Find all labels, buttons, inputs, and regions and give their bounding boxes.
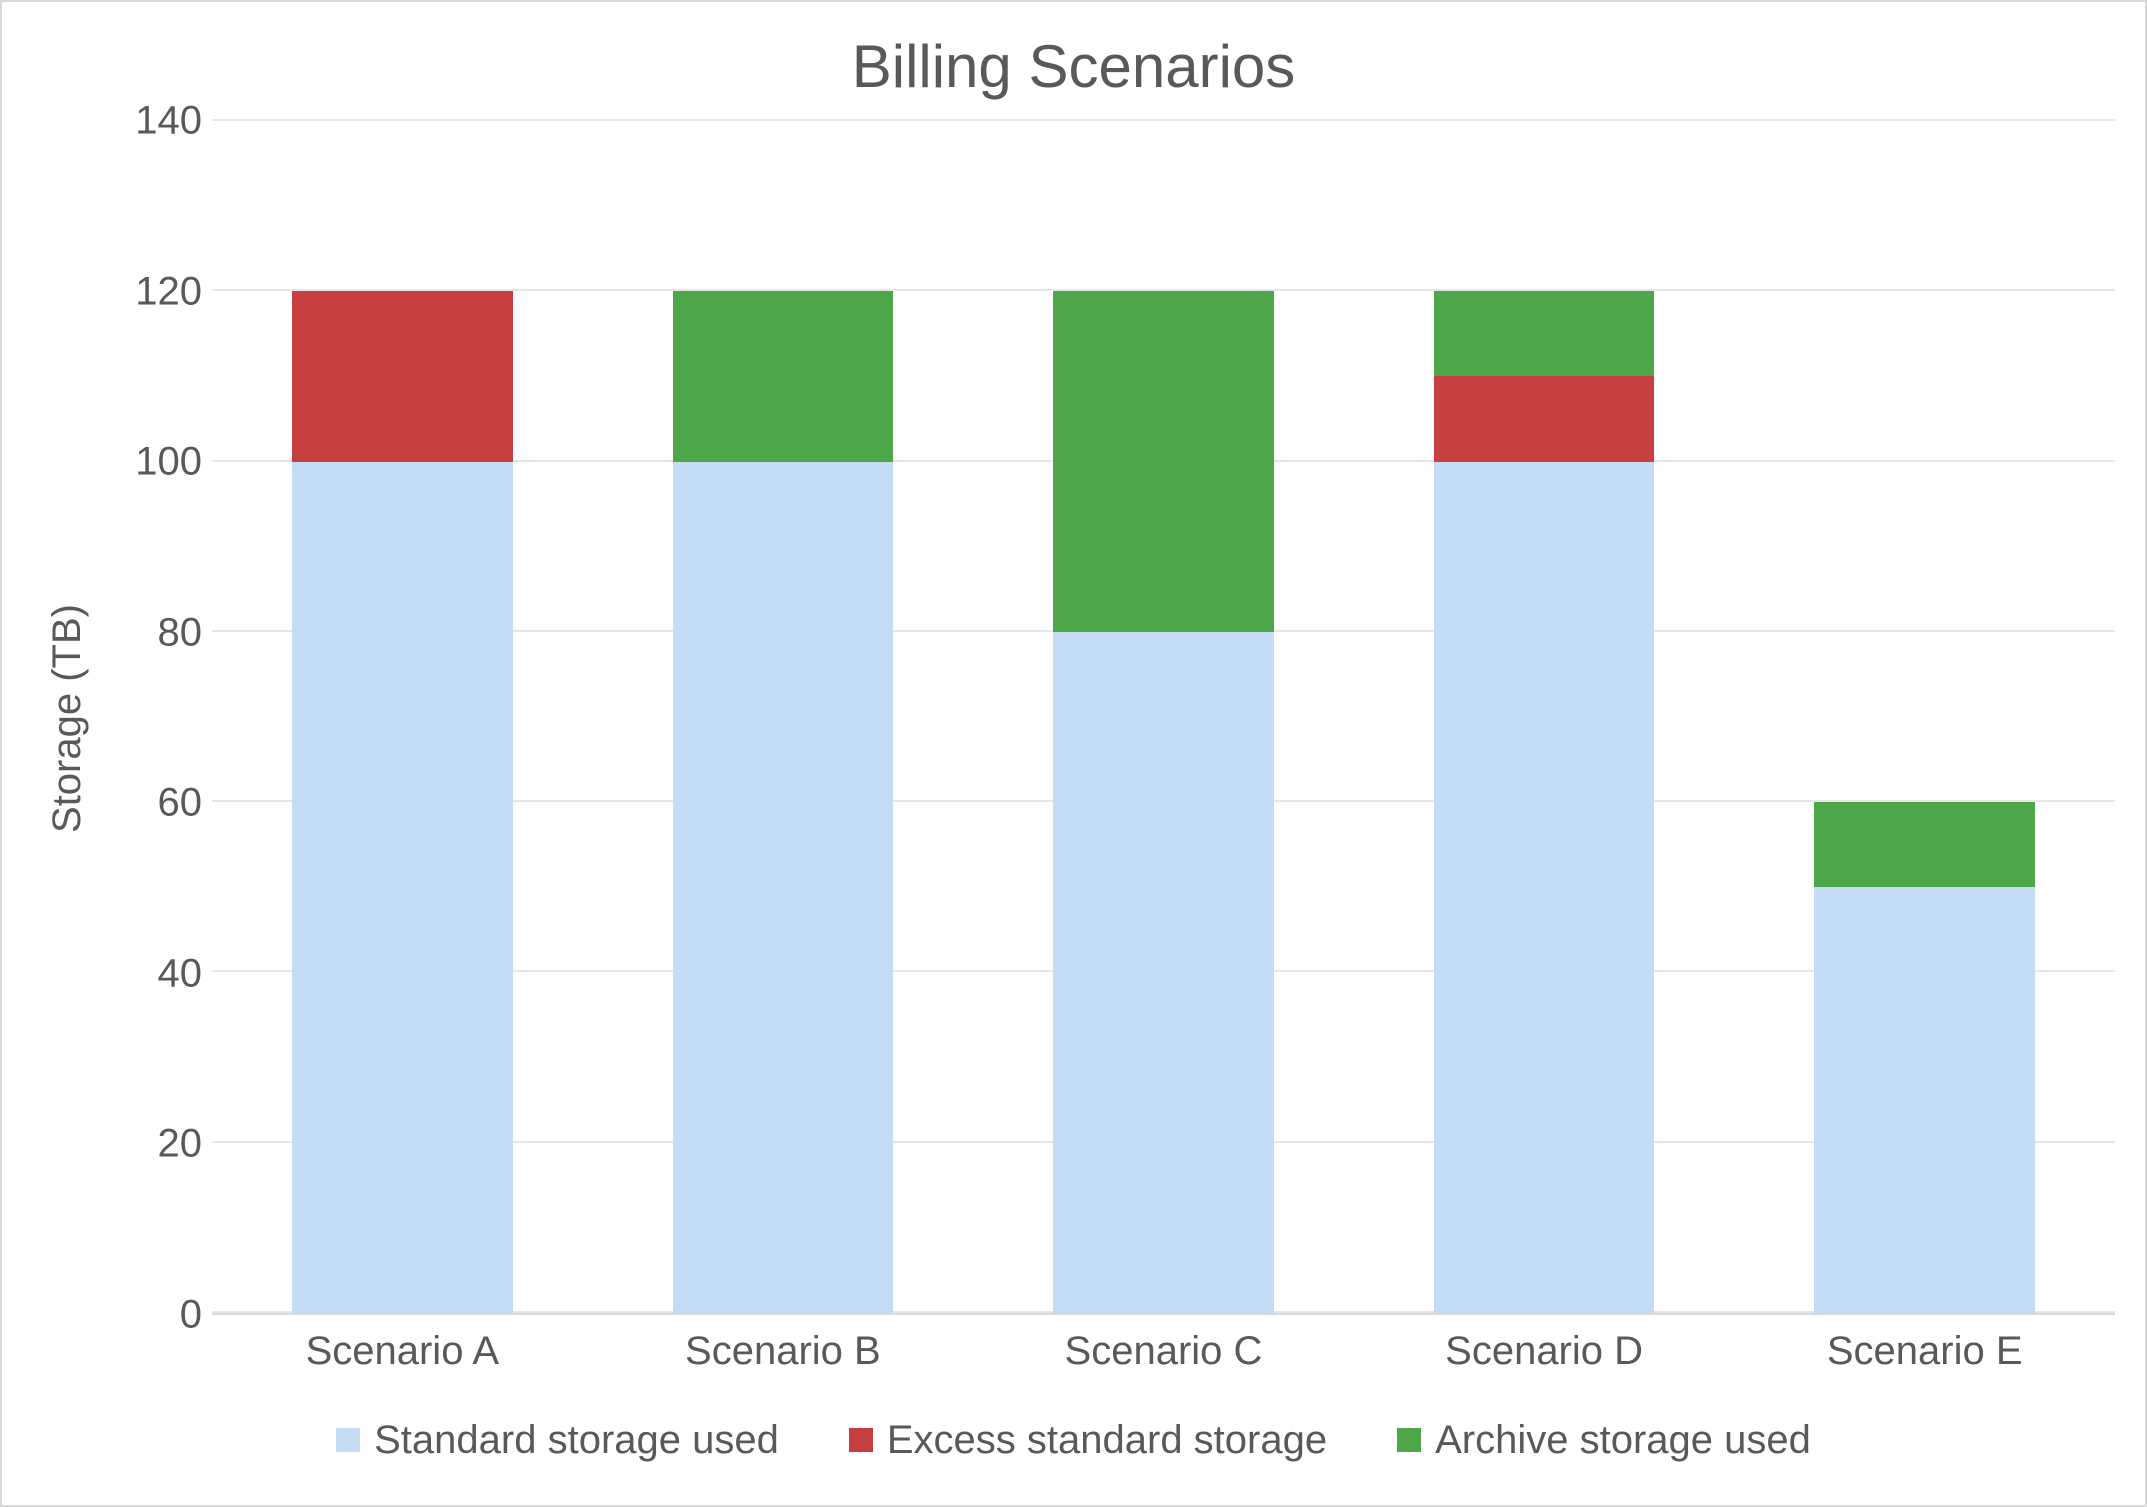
plot-area (212, 121, 2115, 1315)
x-tick-label: Scenario D (1354, 1315, 1735, 1395)
x-tick-label: Scenario C (973, 1315, 1354, 1395)
bar-segment (292, 462, 513, 1313)
y-tick-label: 60 (92, 781, 202, 826)
y-tick-label: 120 (92, 269, 202, 314)
bar-slot (973, 121, 1354, 1313)
stacked-bar (1814, 121, 2035, 1313)
bar-segment (673, 462, 894, 1313)
bar-segment (1814, 802, 2035, 887)
legend-swatch (1397, 1428, 1421, 1452)
legend-label: Standard storage used (374, 1418, 779, 1463)
stacked-bar (1434, 121, 1655, 1313)
y-tick-label: 40 (92, 951, 202, 996)
y-tick-label: 140 (92, 99, 202, 144)
y-tick-label: 100 (92, 440, 202, 485)
legend-label: Excess standard storage (887, 1418, 1327, 1463)
bar-slot (212, 121, 593, 1313)
x-tick-label: Scenario A (212, 1315, 593, 1395)
bar-slot (593, 121, 974, 1313)
bar-segment (673, 291, 894, 461)
y-axis-label: Storage (TB) (45, 604, 90, 833)
plot-row: Storage (TB) 020406080100120140 (32, 121, 2115, 1315)
bar-segment (292, 291, 513, 461)
legend-label: Archive storage used (1435, 1418, 1811, 1463)
x-axis: Scenario AScenario BScenario CScenario D… (212, 1315, 2115, 1395)
bars-container (212, 121, 2115, 1313)
legend-item: Excess standard storage (849, 1418, 1327, 1463)
chart-frame: Billing Scenarios Storage (TB) 020406080… (0, 0, 2147, 1507)
legend-item: Standard storage used (336, 1418, 779, 1463)
bar-segment (1434, 462, 1655, 1313)
legend-item: Archive storage used (1397, 1418, 1811, 1463)
bar-slot (1734, 121, 2115, 1313)
legend-swatch (336, 1428, 360, 1452)
chart-title: Billing Scenarios (32, 32, 2115, 101)
y-tick-label: 80 (92, 610, 202, 655)
stacked-bar (292, 121, 513, 1313)
y-axis-ticks: 020406080100120140 (102, 121, 212, 1315)
stacked-bar (1053, 121, 1274, 1313)
bar-slot (1354, 121, 1735, 1313)
x-tick-label: Scenario B (593, 1315, 974, 1395)
x-tick-label: Scenario E (1734, 1315, 2115, 1395)
bar-segment (1053, 632, 1274, 1313)
bar-segment (1434, 291, 1655, 376)
stacked-bar (673, 121, 894, 1313)
bar-segment (1434, 376, 1655, 461)
bar-segment (1053, 291, 1274, 632)
bar-segment (1814, 887, 2035, 1313)
y-tick-label: 20 (92, 1122, 202, 1167)
legend-swatch (849, 1428, 873, 1452)
y-tick-label: 0 (92, 1293, 202, 1338)
legend: Standard storage used Excess standard sto… (32, 1395, 2115, 1485)
